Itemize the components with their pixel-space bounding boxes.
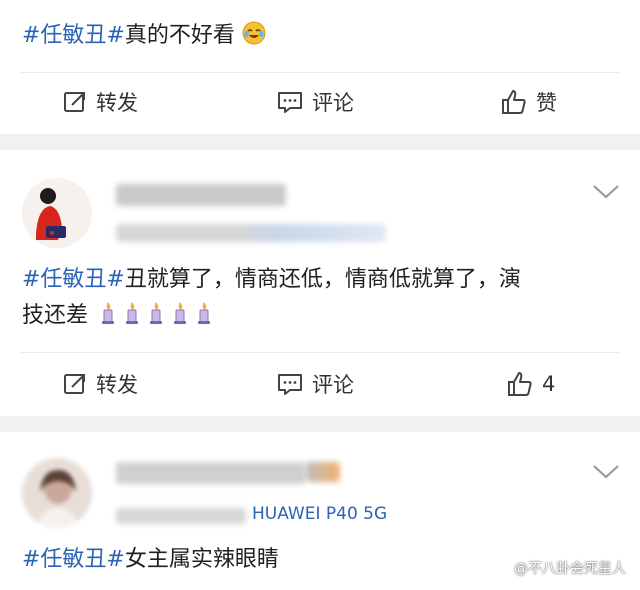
username-blurred[interactable]: [116, 462, 306, 484]
chevron-down-icon[interactable]: [592, 184, 620, 204]
like-button[interactable]: 赞: [500, 82, 557, 122]
repost-label: 转发: [96, 373, 138, 397]
watermark-text: @不八卦会死星人: [514, 561, 626, 577]
repost-button[interactable]: 转发: [62, 82, 138, 122]
action-bar: 转发 评论 赞: [0, 82, 640, 122]
comment-icon: [278, 374, 302, 395]
candle-icon: [143, 301, 167, 337]
repost-button[interactable]: 转发: [62, 364, 138, 404]
post-body-line-1: 丑就算了，情商还低，情商低就算了，演: [124, 267, 521, 292]
decorative-emoji-blurred: [306, 462, 340, 482]
divider: [20, 352, 620, 353]
like-label: 赞: [536, 91, 557, 115]
laughing-crying-emoji-icon: [242, 21, 266, 57]
post-text: #任敏丑#真的不好看: [22, 18, 266, 57]
post-time-blurred: [116, 508, 246, 524]
thumbs-up-icon: [508, 372, 532, 396]
hashtag-link[interactable]: #任敏丑#: [22, 23, 125, 48]
avatar[interactable]: [22, 178, 92, 248]
post-card-1: #任敏丑#真的不好看 转发 评论 赞: [0, 0, 640, 134]
comment-icon: [278, 92, 302, 113]
comment-label: 评论: [312, 373, 354, 397]
chevron-down-icon[interactable]: [592, 464, 620, 484]
post-card-2: #任敏丑#丑就算了，情商还低，情商低就算了，演 技还差 转发 评论 4: [0, 150, 640, 416]
action-bar: 转发 评论 4: [0, 364, 640, 404]
post-text: #任敏丑#女主属实辣眼睛: [22, 542, 279, 578]
post-body-line-2: 技还差: [22, 303, 89, 328]
avatar[interactable]: [22, 458, 92, 528]
watermark: @不八卦会死星人: [494, 558, 626, 578]
repost-icon: [64, 92, 85, 112]
watermark-logo-icon: [494, 560, 510, 576]
post-body: 真的不好看: [124, 23, 235, 48]
like-count: 4: [542, 372, 556, 396]
post-body: 女主属实辣眼睛: [124, 547, 279, 572]
repost-icon: [64, 374, 85, 394]
comment-label: 评论: [312, 91, 354, 115]
like-button[interactable]: 4: [506, 364, 555, 404]
candle-icon: [191, 301, 215, 337]
username-blurred[interactable]: [116, 184, 286, 206]
thumbs-up-icon: [502, 90, 526, 114]
repost-label: 转发: [96, 91, 138, 115]
divider: [20, 72, 620, 73]
post-meta-blurred: [116, 224, 386, 242]
candle-emoji-group: [88, 302, 215, 328]
post-text: #任敏丑#丑就算了，情商还低，情商低就算了，演 技还差: [22, 262, 521, 337]
hashtag-link[interactable]: #任敏丑#: [22, 547, 125, 572]
candle-icon: [167, 301, 191, 337]
device-label: HUAWEI P40 5G: [252, 504, 388, 524]
hashtag-link[interactable]: #任敏丑#: [22, 267, 125, 292]
comment-button[interactable]: 评论: [276, 364, 354, 404]
candle-icon: [119, 301, 143, 337]
comment-button[interactable]: 评论: [276, 82, 354, 122]
candle-icon: [95, 301, 119, 337]
